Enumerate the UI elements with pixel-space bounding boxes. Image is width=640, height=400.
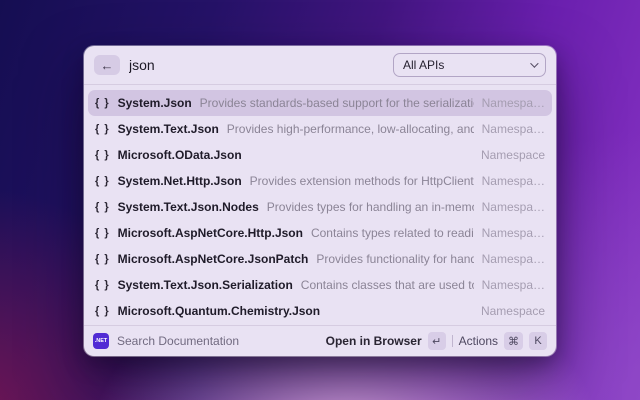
list-item[interactable]: { } System.Json Provides standards-based… <box>88 90 552 116</box>
item-title: Microsoft.AspNetCore.JsonPatch <box>117 252 309 266</box>
braces-icon: { } <box>95 305 110 317</box>
back-arrow-icon: ← <box>100 57 114 73</box>
item-type-badge: Namespa… <box>481 252 545 266</box>
item-subtitle: Provides types for handling an in-memory… <box>266 200 474 214</box>
open-in-browser-action[interactable]: Open in Browser <box>326 334 422 348</box>
item-title: System.Json <box>117 96 192 110</box>
item-type-badge: Namespace <box>480 304 545 318</box>
item-type-badge: Namespa… <box>481 122 545 136</box>
actions-menu-button[interactable]: Actions <box>459 334 498 348</box>
braces-icon: { } <box>95 97 110 109</box>
search-window: ← All APIs { } System.Json Provides stan… <box>84 46 556 356</box>
item-type-badge: Namespace <box>480 148 545 162</box>
item-type-badge: Namespa… <box>481 96 545 110</box>
api-filter-label: All APIs <box>403 58 445 72</box>
braces-icon: { } <box>95 253 110 265</box>
item-title: System.Net.Http.Json <box>117 174 242 188</box>
extension-name: Search Documentation <box>117 334 240 348</box>
actions-divider <box>451 335 453 347</box>
results-list: { } System.Json Provides standards-based… <box>84 85 556 325</box>
item-title: Microsoft.OData.Json <box>117 148 242 162</box>
list-item[interactable]: { } Microsoft.AspNetCore.JsonPatch Provi… <box>88 246 552 272</box>
braces-icon: { } <box>95 175 110 187</box>
braces-icon: { } <box>95 123 110 135</box>
return-keycap: ↵ <box>427 332 446 350</box>
search-input[interactable] <box>129 57 384 73</box>
k-keycap: K <box>529 332 547 350</box>
api-filter-dropdown[interactable]: All APIs <box>393 53 546 77</box>
command-keycap: ⌘ <box>504 332 523 350</box>
item-subtitle: Provides high-performance, low-allocatin… <box>226 122 474 136</box>
item-type-badge: Namespa… <box>481 200 545 214</box>
item-type-badge: Namespa… <box>481 174 545 188</box>
list-item[interactable]: { } System.Text.Json.Nodes Provides type… <box>88 194 552 220</box>
list-item[interactable]: { } Microsoft.OData.Json Namespace <box>88 142 552 168</box>
item-type-badge: Namespa… <box>481 278 545 292</box>
braces-icon: { } <box>95 279 110 291</box>
braces-icon: { } <box>95 149 110 161</box>
list-item[interactable]: { } System.Net.Http.Json Provides extens… <box>88 168 552 194</box>
list-item[interactable]: { } System.Text.Json.Serialization Conta… <box>88 272 552 298</box>
item-title: System.Text.Json.Serialization <box>117 278 293 292</box>
item-subtitle: Provides functionality for handling JSON… <box>316 252 473 266</box>
list-item[interactable]: { } Microsoft.AspNetCore.Http.Json Conta… <box>88 220 552 246</box>
dotnet-logo-text: .NET <box>94 338 108 344</box>
item-title: Microsoft.AspNetCore.Http.Json <box>117 226 303 240</box>
braces-icon: { } <box>95 227 110 239</box>
dotnet-logo-icon: .NET <box>93 333 109 349</box>
search-header: ← All APIs <box>84 46 556 84</box>
item-type-badge: Namespa… <box>481 226 545 240</box>
braces-icon: { } <box>95 201 110 213</box>
item-subtitle: Contains types related to reading JSON f… <box>310 226 474 240</box>
item-subtitle: Provides standards-based support for the… <box>199 96 474 110</box>
item-title: System.Text.Json <box>117 122 219 136</box>
footer-actions: Open in Browser ↵ Actions ⌘ K <box>326 332 547 350</box>
list-item[interactable]: { } Microsoft.Quantum.Chemistry.Json Nam… <box>88 298 552 324</box>
list-item[interactable]: { } System.Text.Json Provides high-perfo… <box>88 116 552 142</box>
item-subtitle: Contains classes that are used to custom… <box>300 278 474 292</box>
back-button[interactable]: ← <box>94 55 120 75</box>
footer-bar: .NET Search Documentation Open in Browse… <box>84 326 556 356</box>
item-title: Microsoft.Quantum.Chemistry.Json <box>117 304 321 318</box>
item-subtitle: Provides extension methods for HttpClien… <box>249 174 474 188</box>
item-title: System.Text.Json.Nodes <box>117 200 259 214</box>
chevron-down-icon <box>530 59 539 68</box>
